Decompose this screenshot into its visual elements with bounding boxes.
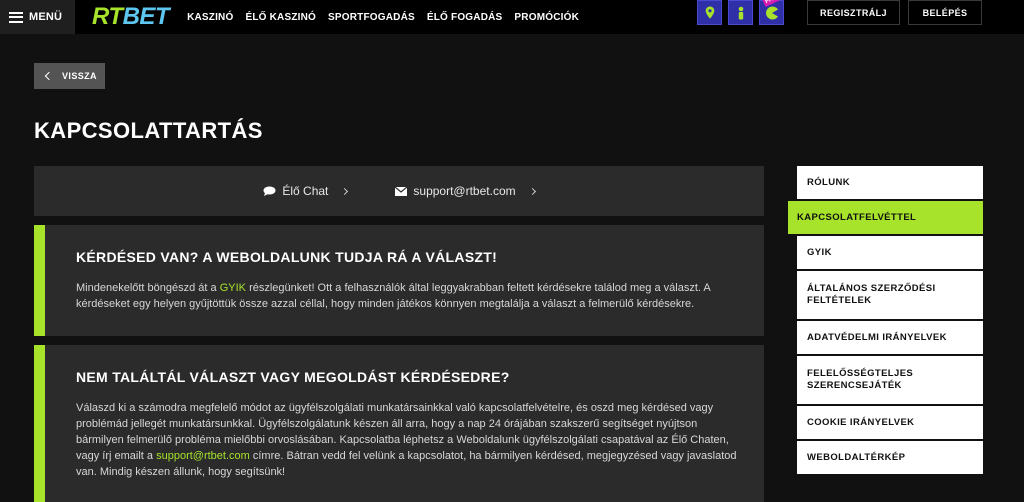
sidebar-item-responsible-gaming[interactable]: FELELŐSSÉGTELJES SZERENCSEJÁTÉK [797,356,983,404]
sidebar-item-contact[interactable]: KAPCSOLATFELVÉTTEL [788,201,983,234]
faq-link[interactable]: GYIK [220,282,246,294]
login-button[interactable]: BELÉPÉS [908,0,982,25]
envelope-icon [395,186,408,196]
auth-buttons: REGISZTRÁLJ BELÉPÉS [807,0,982,25]
register-button[interactable]: REGISZTRÁLJ [807,0,900,25]
live-chat-link[interactable]: Élő Chat [263,184,349,198]
faq-card: KÉRDÉSED VAN? A WEBOLDALUNK TUDJA RÁ A V… [34,225,764,336]
chevron-left-icon [44,71,54,81]
page-title: KAPCSOLATTARTÁS [34,118,263,143]
map-pin-icon[interactable] [697,0,722,25]
email-label: support@rtbet.com [413,184,516,198]
sidebar-item-terms[interactable]: ÁLTALÁNOS SZERZŐDÉSI FELTÉTELEK [797,271,983,319]
menu-label: MENÜ [29,11,63,23]
card-title: KÉRDÉSED VAN? A WEBOLDALUNK TUDJA RÁ A V… [76,249,498,265]
chevron-right-icon [341,187,349,195]
support-email-link[interactable]: support@rtbet.com [156,450,250,462]
person-icon[interactable] [728,0,753,25]
main-nav: KASZINÓ ÉLŐ KASZINÓ SPORTFOGADÁS ÉLŐ FOG… [187,12,579,23]
card-title: NEM TALÁLTÁL VÁLASZT VAGY MEGOLDÁST KÉRD… [76,369,510,385]
chevron-right-icon [528,187,536,195]
nav-promotions[interactable]: PROMÓCIÓK [514,12,579,23]
pacman-icon[interactable]: FREE [759,0,784,25]
hamburger-icon [9,11,23,23]
card-text: Mindenekelőtt böngészd át a GYIK részleg… [76,282,711,310]
sidebar-item-about[interactable]: RÓLUNK [797,166,983,199]
back-button[interactable]: VISSZA [34,63,105,89]
card-text: Válaszd ki a számodra megfelelő módot az… [76,402,737,478]
sidebar-item-cookies[interactable]: COOKIE IRÁNYELVEK [797,406,983,439]
top-header: MENÜ RTBET KASZINÓ ÉLŐ KASZINÓ SPORTFOGA… [0,0,1024,34]
info-sidebar: RÓLUNK KAPCSOLATFELVÉTTEL GYIK ÁLTALÁNOS… [788,166,983,476]
nav-live-casino[interactable]: ÉLŐ KASZINÓ [245,12,316,23]
nav-casino[interactable]: KASZINÓ [187,12,233,23]
live-chat-label: Élő Chat [282,184,329,198]
sidebar-item-privacy[interactable]: ADATVÉDELMI IRÁNYELVEK [797,321,983,354]
menu-button[interactable]: MENÜ [0,0,75,34]
quick-icons: FREE [697,0,784,25]
contact-bar: Élő Chat support@rtbet.com [34,166,764,216]
sidebar-item-sitemap[interactable]: WEBOLDALTÉRKÉP [797,441,983,474]
chat-bubble-icon [263,186,276,196]
email-link[interactable]: support@rtbet.com [395,184,536,198]
nav-sports-betting[interactable]: SPORTFOGADÁS [328,12,415,23]
back-label: VISSZA [62,71,97,81]
sidebar-item-faq[interactable]: GYIK [797,236,983,269]
rtbet-logo[interactable]: RTBET [92,5,170,29]
support-card: NEM TALÁLTÁL VÁLASZT VAGY MEGOLDÁST KÉRD… [34,345,764,502]
nav-live-betting[interactable]: ÉLŐ FOGADÁS [427,12,503,23]
